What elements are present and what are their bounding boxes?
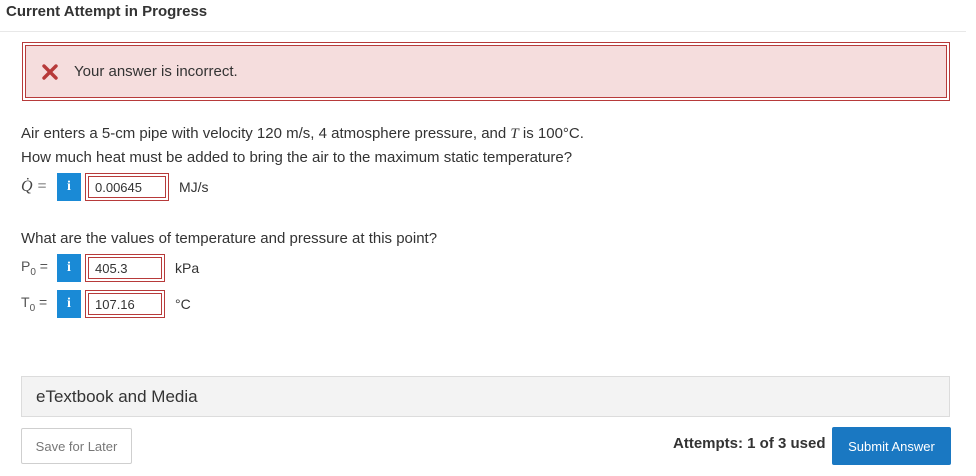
p0-label: P0 = [21, 258, 48, 278]
question-line-1: Air enters a 5-cm pipe with velocity 120… [21, 125, 584, 142]
info-button-q[interactable]: i [57, 173, 81, 201]
pressure-answer-input[interactable]: 405.3 [85, 254, 165, 282]
alert-message: Your answer is incorrect. [74, 63, 238, 80]
heat-unit: MJ/s [179, 179, 209, 195]
info-button-p0[interactable]: i [57, 254, 81, 282]
q-dot-label: Q̇ = [21, 178, 48, 195]
heat-answer-row: Q̇ = i 0.00645 MJ/s [21, 173, 209, 201]
header-divider [0, 31, 966, 32]
save-for-later-button[interactable]: Save for Later [21, 428, 132, 464]
temperature-unit: °C [175, 296, 191, 312]
page-title: Current Attempt in Progress [6, 3, 208, 20]
pressure-unit: kPa [175, 260, 200, 276]
temperature-answer-row: T0 = i 107.16 °C [21, 290, 191, 318]
etextbook-media-panel[interactable]: eTextbook and Media [21, 376, 950, 417]
question-line-3: What are the values of temperature and p… [21, 230, 438, 247]
temperature-answer-input[interactable]: 107.16 [85, 290, 165, 318]
pressure-answer-row: P0 = i 405.3 kPa [21, 254, 199, 282]
attempts-counter: Attempts: 1 of 3 used [673, 435, 826, 452]
info-button-t0[interactable]: i [57, 290, 81, 318]
incorrect-alert: Your answer is incorrect. [22, 42, 950, 101]
heat-answer-input[interactable]: 0.00645 [85, 173, 169, 201]
close-icon [42, 63, 58, 80]
question-line-2: How much heat must be added to bring the… [21, 149, 573, 166]
t0-label: T0 = [21, 294, 48, 314]
submit-answer-button[interactable]: Submit Answer [832, 427, 951, 465]
